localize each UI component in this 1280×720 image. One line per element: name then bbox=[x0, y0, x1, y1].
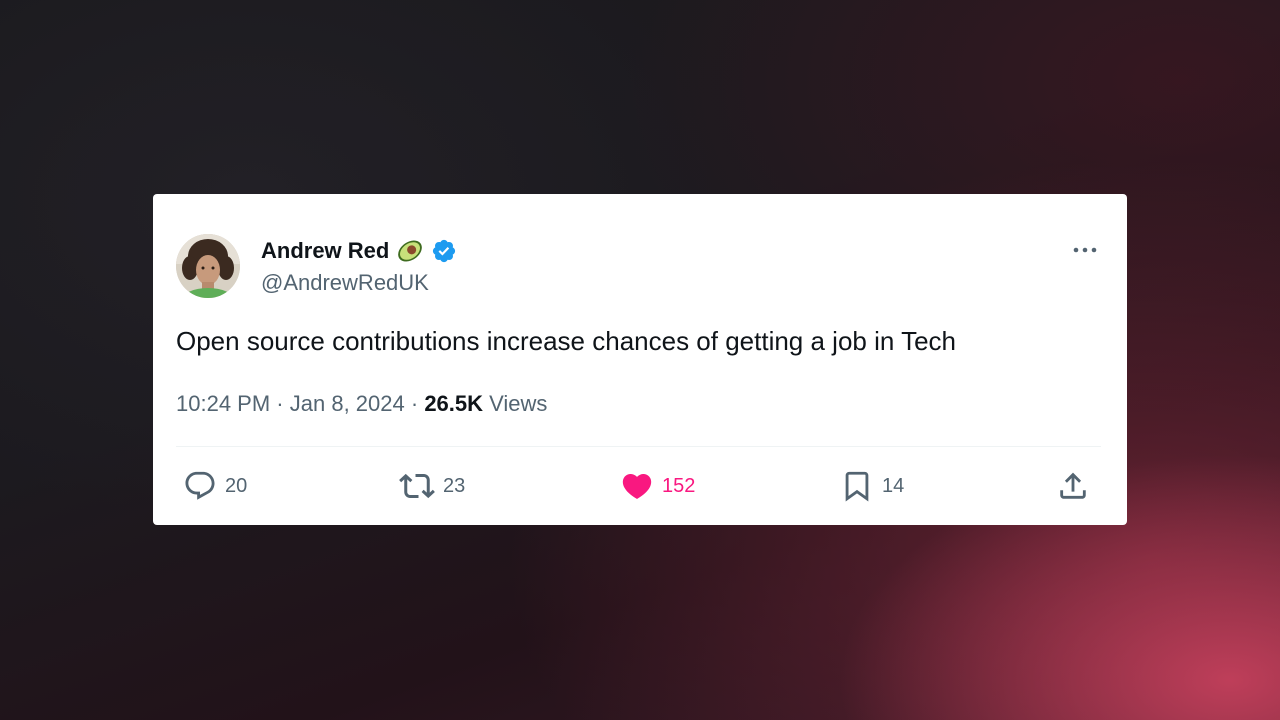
tweet-date[interactable]: Jan 8, 2024 bbox=[290, 391, 405, 416]
meta-separator: · bbox=[276, 391, 290, 416]
more-options-icon bbox=[1073, 247, 1097, 253]
reply-button[interactable]: 20 bbox=[183, 471, 247, 501]
avatar[interactable] bbox=[176, 234, 240, 298]
views-label: Views bbox=[489, 391, 548, 416]
bookmark-icon bbox=[845, 471, 869, 502]
meta-separator: · bbox=[410, 391, 425, 416]
retweet-icon bbox=[399, 473, 435, 499]
tweet-time[interactable]: 10:24 PM bbox=[176, 391, 270, 416]
like-count: 152 bbox=[662, 474, 696, 497]
author-name[interactable]: Andrew Red bbox=[261, 238, 389, 264]
avocado-icon bbox=[395, 238, 425, 264]
share-icon bbox=[1060, 472, 1086, 499]
verified-badge-icon bbox=[431, 238, 457, 264]
author-name-row: Andrew Red bbox=[261, 236, 457, 266]
like-button[interactable]: 152 bbox=[620, 471, 695, 501]
retweet-count: 23 bbox=[443, 474, 466, 497]
divider bbox=[176, 446, 1101, 447]
tweet-card: Andrew Red @AndrewRedUK Open source cont… bbox=[153, 194, 1127, 525]
heart-icon bbox=[622, 473, 652, 499]
reply-count: 20 bbox=[225, 474, 248, 497]
tweet-meta: 10:24 PM · Jan 8, 2024 · 26.5K Views bbox=[176, 390, 547, 418]
author-handle[interactable]: @AndrewRedUK bbox=[261, 270, 429, 296]
reply-icon bbox=[185, 471, 215, 500]
tweet-text: Open source contributions increase chanc… bbox=[176, 326, 956, 356]
bookmark-count: 14 bbox=[882, 474, 905, 497]
share-button[interactable] bbox=[1056, 471, 1090, 501]
avatar-image bbox=[176, 234, 240, 298]
retweet-button[interactable]: 23 bbox=[399, 471, 465, 501]
views-count: 26.5K bbox=[424, 391, 490, 416]
bookmark-button[interactable]: 14 bbox=[840, 471, 905, 502]
more-options-button[interactable] bbox=[1071, 238, 1099, 262]
